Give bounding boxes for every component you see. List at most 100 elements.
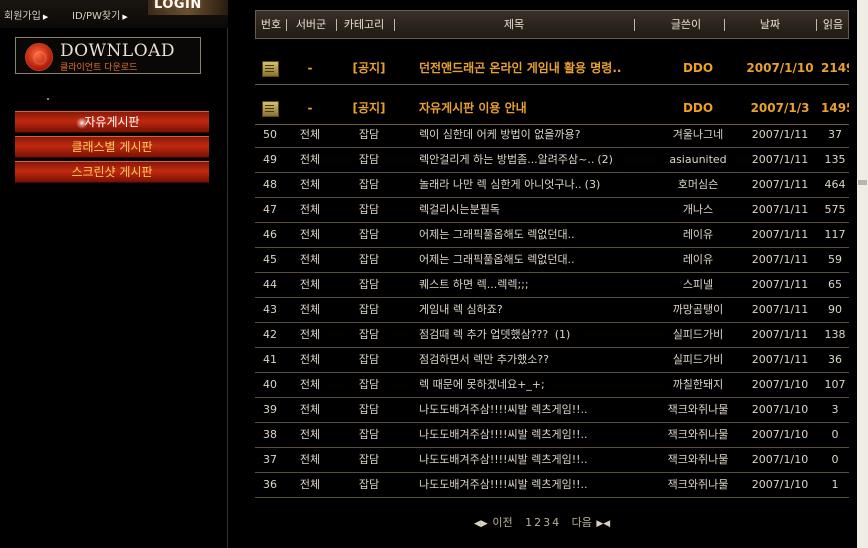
post-date: 2007/1/11 [751,203,809,216]
post-server: 전체 [299,453,321,466]
post-title-link[interactable]: 렉 때문에 못하겠네요+_+; [419,373,659,397]
post-title-link[interactable]: 어제는 그래픽풀옵해도 렉없던대.. [419,223,659,247]
board-main: 번호 서버군 카테고리 제목 글쓴이 날짜 읽음 - [공지] 던전앤드래곤 온… [229,0,857,548]
post-title-text: 나도도배겨주삼!!!!씨발 렉츠게임!!.. [419,428,588,441]
post-server: 전체 [299,428,321,441]
header-divider [724,19,725,31]
header-num: 번호 [260,18,282,31]
page-link[interactable]: 3 [543,516,550,529]
post-title-text: 렉이 심한데 어케 방법이 없을까용? [419,128,581,141]
post-title-link[interactable]: 점검때 렉 추가 업뎃했삼??? (1) [419,323,659,347]
vertical-scrollbar[interactable] [857,0,868,548]
post-category: 잡담 [358,303,380,316]
prev-page-link[interactable]: 이전 [492,516,512,529]
post-author: 스피넬 [682,278,714,291]
post-views: 36 [828,353,842,366]
post-views: 107 [824,378,846,391]
post-category: 잡담 [358,228,380,241]
table-row: 49 전체 잡담 렉안걸리게 하는 방법좀...알려주삼~.. (2) asiaunite… [255,148,849,173]
table-row: 47 전체 잡담 렉걸리시는분필독 개나스 2007/1/11 575 [255,198,849,223]
reply-count: (2) [597,153,613,166]
post-author: 실피드가비 [672,353,724,366]
post-title-link[interactable]: 렉안걸리게 하는 방법좀...알려주삼~.. (2) [419,148,659,172]
post-title-text: 게임내 렉 심하죠? [419,303,503,316]
post-title-link[interactable]: 놀래라 나만 렉 심한게 아니엇구나.. (3) [419,173,659,197]
post-views: 1 [831,478,839,491]
signup-link[interactable]: 회원가입 ▶ [4,7,48,22]
post-title-link[interactable]: 렉이 심한데 어케 방법이 없을까용? [419,123,659,147]
post-category: 잡담 [358,328,380,341]
header-category: 카테고리 [343,18,385,31]
header-author: 글쓴이 [670,18,702,31]
post-title-link[interactable]: 나도도배겨주삼!!!!씨발 렉츠게임!!.. [419,473,659,497]
prev-arrow-icon[interactable]: ◀▶ [474,519,488,529]
download-subtitle: 클라이언트 다운로드 [60,63,138,73]
post-number: 38 [263,428,277,441]
arrow-right-icon: ▶ [122,13,128,21]
post-title-link[interactable]: 나도도배겨주삼!!!!씨발 렉츠게임!!.. [419,398,659,422]
notice-row: - [공지] 자유게시판 이용 안내 DDO 2007/1/3 1495 [255,91,849,125]
post-title-link[interactable]: 퀘스트 하면 렉...렉렉;;; [419,273,659,297]
post-server: 전체 [299,228,321,241]
post-server: 전체 [299,128,321,141]
post-date: 2007/1/11 [751,128,809,141]
table-row: 38 전체 잡담 나도도배겨주삼!!!!씨발 렉츠게임!!.. 잭크와쥐나물 2007/1… [255,423,849,448]
notice-row: - [공지] 던전앤드래곤 온라인 게임내 활용 명령.. DDO 2007/1… [255,51,849,85]
post-date: 2007/1/11 [751,153,809,166]
notice-title-link[interactable]: 자유게시판 이용 안내 [419,99,659,117]
post-author: 레이유 [682,228,714,241]
header-title: 제목 [503,18,525,31]
post-category: 잡담 [358,153,380,166]
post-author: 개나스 [682,203,714,216]
post-server: 전체 [299,303,321,316]
post-server: 전체 [299,478,321,491]
post-number: 37 [263,453,277,466]
table-row: 43 전체 잡담 게임내 렉 심하죠? 까망곰탱이 2007/1/11 90 [255,298,849,323]
post-server: 전체 [299,253,321,266]
board-header: 번호 서버군 카테고리 제목 글쓴이 날짜 읽음 [255,10,849,39]
top-nav: 회원가입 ▶ ID/PW찾기 ▶ LOGIN [0,0,228,28]
pagination: ◀▶ 이전 1234 다음 ▶◀ [474,514,610,530]
page-link[interactable]: 2 [534,516,541,529]
next-arrow-icon[interactable]: ▶◀ [596,519,610,529]
page-link[interactable]: 4 [552,516,559,529]
menu-free-board[interactable]: 자유게시판 [15,111,209,133]
post-author: 까칠한돼지 [672,378,724,391]
post-author: 레이유 [682,253,714,266]
post-title-link[interactable]: 어제는 그래픽풀옵해도 렉없던대.. [419,248,659,272]
decorative-dot [47,98,49,100]
post-views: 135 [824,153,846,166]
header-server: 서버군 [295,18,327,31]
post-title-link[interactable]: 점검하면서 렉만 추가했소?? [419,348,659,372]
login-button[interactable]: LOGIN [148,0,228,15]
page-link[interactable]: 1 [525,516,532,529]
post-views: 90 [828,303,842,316]
post-author: 잭크와쥐나물 [667,403,729,416]
notice-icon [262,61,279,77]
post-author: 잭크와쥐나물 [667,428,729,441]
reply-count: (3) [584,178,601,191]
post-date: 2007/1/10 [751,428,809,441]
find-id-pw-link[interactable]: ID/PW찾기 ▶ [72,7,128,22]
client-download-button[interactable]: DOWNLOAD 클라이언트 다운로드 [15,37,201,74]
post-category: 잡담 [358,253,380,266]
post-server: 전체 [299,203,321,216]
post-title-link[interactable]: 나도도배겨주삼!!!!씨발 렉츠게임!!.. [419,423,659,447]
header-date: 날짜 [759,18,781,31]
post-author: 까망곰탱이 [672,303,724,316]
post-category: 잡담 [358,203,380,216]
post-number: 42 [263,328,277,341]
header-views: 읽음 [822,18,844,31]
post-views: 0 [831,453,839,466]
menu-screenshot-board[interactable]: 스크린샷 게시판 [15,161,209,183]
post-category: 잡담 [358,478,380,491]
post-author: 실피드가비 [672,328,724,341]
next-page-link[interactable]: 다음 [572,516,592,529]
notice-title-link[interactable]: 던전앤드래곤 온라인 게임내 활용 명령.. [419,59,659,77]
post-title-link[interactable]: 게임내 렉 심하죠? [419,298,659,322]
post-title-link[interactable]: 나도도배겨주삼!!!!씨발 렉츠게임!!.. [419,448,659,472]
scrollbar-thumb[interactable] [858,180,867,185]
post-title-link[interactable]: 렉걸리시는분필독 [419,198,659,222]
post-title-text: 렉걸리시는분필독 [419,203,500,216]
menu-class-board[interactable]: 클래스별 게시판 [15,136,209,158]
